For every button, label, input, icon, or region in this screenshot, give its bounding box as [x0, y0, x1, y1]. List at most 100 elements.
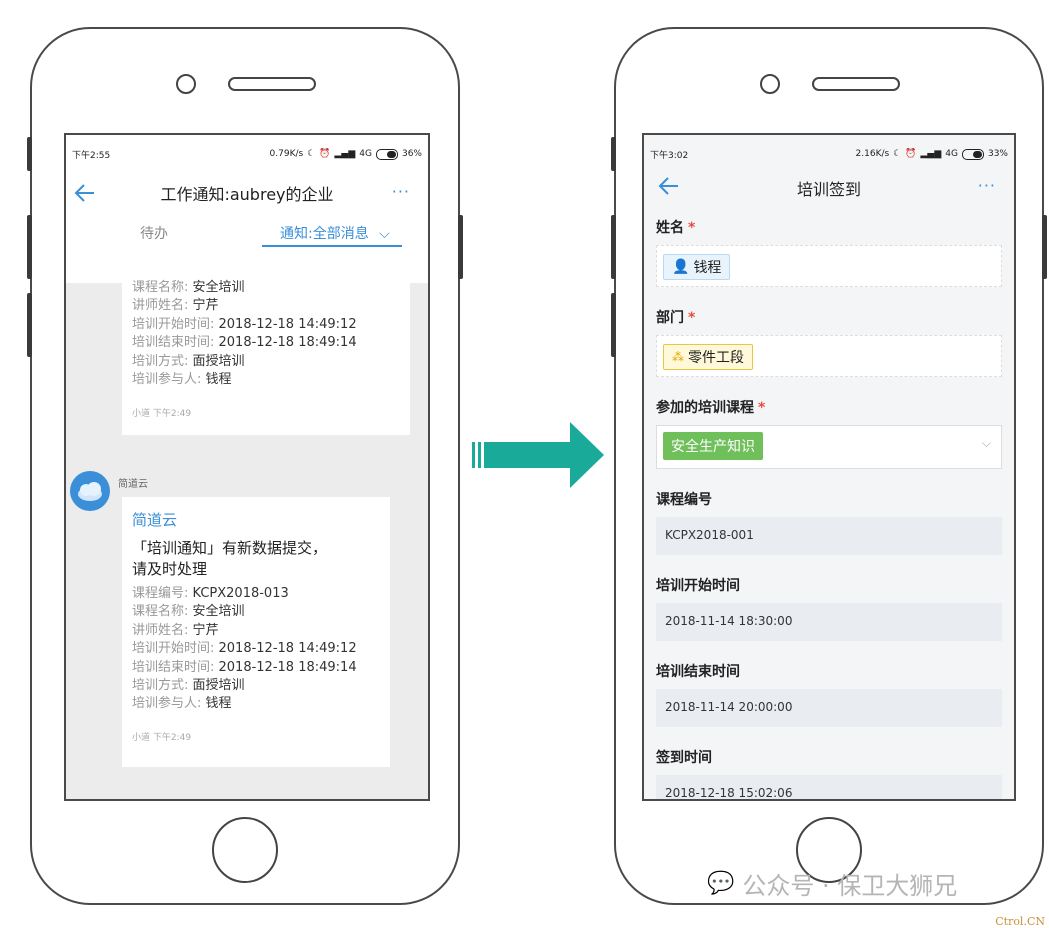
card-body-line: 请及时处理 — [132, 560, 208, 578]
message-line: 培训参与人: 钱程 — [132, 696, 232, 712]
watermark-text: 公众号 · 保卫大狮兄 — [742, 872, 958, 900]
sender-name: 简道云 — [118, 479, 148, 490]
card-body: 「培训通知」有新数据提交， 请及时处理 — [132, 538, 380, 580]
earpiece-speaker — [228, 77, 316, 91]
department-tag[interactable]: ⁂ 零件工段 — [663, 344, 753, 370]
message-card-2[interactable]: 简道云 「培训通知」有新数据提交， 请及时处理 课程编号: KCPX2018-0… — [122, 497, 390, 767]
signal-icon: ▂▄▆ — [334, 149, 356, 159]
tab-active-indicator — [262, 245, 402, 247]
end-time-field: 2018-11-14 20:00:00 — [656, 689, 1002, 727]
signin-time-field: 2018-12-18 15:02:06 — [656, 775, 1002, 800]
status-speed: 0.79K/s — [269, 149, 304, 159]
battery-icon — [375, 148, 398, 160]
volume-up-button — [27, 215, 32, 279]
right-arrow-icon — [472, 422, 604, 488]
mute-switch — [611, 137, 616, 171]
message-line: 课程名称: 安全培训 — [132, 280, 245, 295]
status-bar: 下午3:02 2.16K/s ☾ ⏰ ▂▄▆ 4G 33% — [644, 135, 1014, 173]
end-time-label: 培训结束时间 — [656, 664, 740, 680]
sender-avatar[interactable] — [70, 471, 110, 511]
start-time-label: 培训开始时间 — [656, 578, 740, 594]
signal-icon: ▂▄▆ — [920, 149, 942, 159]
network-type: 4G — [359, 149, 372, 159]
message-meta: 小道 下午2:49 — [132, 409, 192, 420]
card-body-line: 「培训通知」有新数据提交， — [132, 539, 328, 557]
home-button — [212, 817, 278, 883]
earpiece-speaker — [812, 77, 900, 91]
message-line: 培训方式: 面授培训 — [132, 353, 245, 369]
more-icon[interactable]: ··· — [392, 184, 410, 200]
chevron-down-icon: ⌵ — [981, 436, 991, 450]
department-tag-label: 零件工段 — [688, 350, 744, 366]
message-list[interactable]: 课程名称: 安全培训 讲师姓名: 宁芹 培训开始时间: 2018-12-18 1… — [66, 279, 428, 799]
message-line: 培训开始时间: 2018-12-18 14:49:12 — [132, 316, 357, 332]
course-code-label: 课程编号 — [656, 492, 712, 508]
message-line: 讲师姓名: 宁芹 — [132, 622, 219, 638]
alarm-icon: ⏰ — [319, 149, 331, 159]
volume-down-button — [611, 293, 616, 357]
battery-percent: 33% — [987, 149, 1008, 159]
message-card-1[interactable]: 课程名称: 安全培训 讲师姓名: 宁芹 培训开始时间: 2018-12-18 1… — [122, 279, 410, 435]
status-speed: 2.16K/s — [855, 149, 890, 159]
wechat-icon: 💬 — [707, 871, 735, 896]
tab-notifications[interactable]: 通知:全部消息 ⌵ — [280, 223, 390, 243]
more-icon[interactable]: ··· — [978, 178, 996, 194]
page-title: 工作通知:aubrey的企业 — [160, 185, 334, 204]
department-label: 部门 * — [656, 310, 696, 326]
battery-icon — [961, 148, 984, 160]
status-time: 下午3:02 — [650, 150, 689, 161]
status-bar: 下午2:55 0.79K/s ☾ ⏰ ▂▄▆ 4G 36% — [66, 135, 428, 173]
front-camera — [176, 74, 196, 94]
message-meta: 小道 下午2:49 — [132, 732, 192, 743]
left-screen: 下午2:55 0.79K/s ☾ ⏰ ▂▄▆ 4G 36% 工作通知:aubre… — [64, 133, 430, 801]
org-chart-icon: ⁂ — [672, 350, 684, 364]
front-camera — [760, 74, 780, 94]
right-phone-frame: 下午3:02 2.16K/s ☾ ⏰ ▂▄▆ 4G 33% 培训签到 ··· 姓… — [611, 27, 1047, 905]
right-screen: 下午3:02 2.16K/s ☾ ⏰ ▂▄▆ 4G 33% 培训签到 ··· 姓… — [642, 133, 1016, 801]
page-title: 培训签到 — [796, 180, 861, 199]
message-line: 课程名称: 安全培训 — [132, 604, 245, 620]
left-phone-frame: 下午2:55 0.79K/s ☾ ⏰ ▂▄▆ 4G 36% 工作通知:aubre… — [27, 27, 463, 905]
start-time-value: 2018-11-14 18:30:00 — [665, 614, 793, 628]
message-line: 培训参与人: 钱程 — [132, 372, 232, 388]
message-line: 培训方式: 面授培训 — [132, 678, 245, 694]
start-time-field: 2018-11-14 18:30:00 — [656, 603, 1002, 641]
moon-icon: ☾ — [307, 149, 316, 159]
name-field[interactable]: 👤 钱程 — [656, 245, 1002, 287]
user-tag-label: 钱程 — [693, 260, 722, 276]
message-line: 讲师姓名: 宁芹 — [132, 298, 219, 314]
status-time: 下午2:55 — [72, 150, 111, 161]
user-tag[interactable]: 👤 钱程 — [663, 254, 731, 280]
cloud-icon — [78, 482, 102, 501]
signin-time-value: 2018-12-18 15:02:06 — [665, 786, 793, 800]
nav-bar: 培训签到 ··· — [644, 173, 1014, 203]
battery-percent: 36% — [401, 149, 422, 159]
course-tag: 安全生产知识 — [663, 432, 763, 460]
back-arrow-icon[interactable] — [656, 173, 682, 199]
course-label: 参加的培训课程 * — [656, 400, 766, 416]
course-select[interactable]: 安全生产知识 ⌵ — [656, 425, 1002, 469]
tab-bar: 待办 通知:全部消息 ⌵ — [66, 213, 428, 253]
site-watermark: Ctrol.CN — [995, 915, 1045, 928]
back-arrow-icon[interactable] — [72, 180, 98, 206]
name-label: 姓名 * — [656, 220, 696, 236]
message-line: 培训结束时间: 2018-12-18 18:49:14 — [132, 335, 357, 351]
moon-icon: ☾ — [893, 149, 902, 159]
nav-bar: 工作通知:aubrey的企业 ··· — [66, 173, 428, 213]
message-line: 课程编号: KCPX2018-013 — [132, 586, 289, 601]
message-line: 培训开始时间: 2018-12-18 14:49:12 — [132, 641, 357, 657]
volume-down-button — [27, 293, 32, 357]
card-title: 简道云 — [132, 511, 178, 529]
tab-todo[interactable]: 待办 — [140, 223, 168, 243]
user-icon: 👤 — [672, 259, 690, 275]
course-code-value: KCPX2018-001 — [665, 528, 754, 542]
network-type: 4G — [945, 149, 958, 159]
volume-up-button — [611, 215, 616, 279]
signin-time-label: 签到时间 — [656, 750, 712, 766]
mute-switch — [27, 137, 32, 171]
power-button — [1042, 215, 1047, 279]
signin-form: 姓名 * 👤 钱程 部门 * ⁂ 零件工段 参加的培训课程 * 安全生产知识 ⌵ 课程… — [644, 217, 1014, 800]
end-time-value: 2018-11-14 20:00:00 — [665, 700, 793, 714]
course-code-field: KCPX2018-001 — [656, 517, 1002, 555]
department-field[interactable]: ⁂ 零件工段 — [656, 335, 1002, 377]
